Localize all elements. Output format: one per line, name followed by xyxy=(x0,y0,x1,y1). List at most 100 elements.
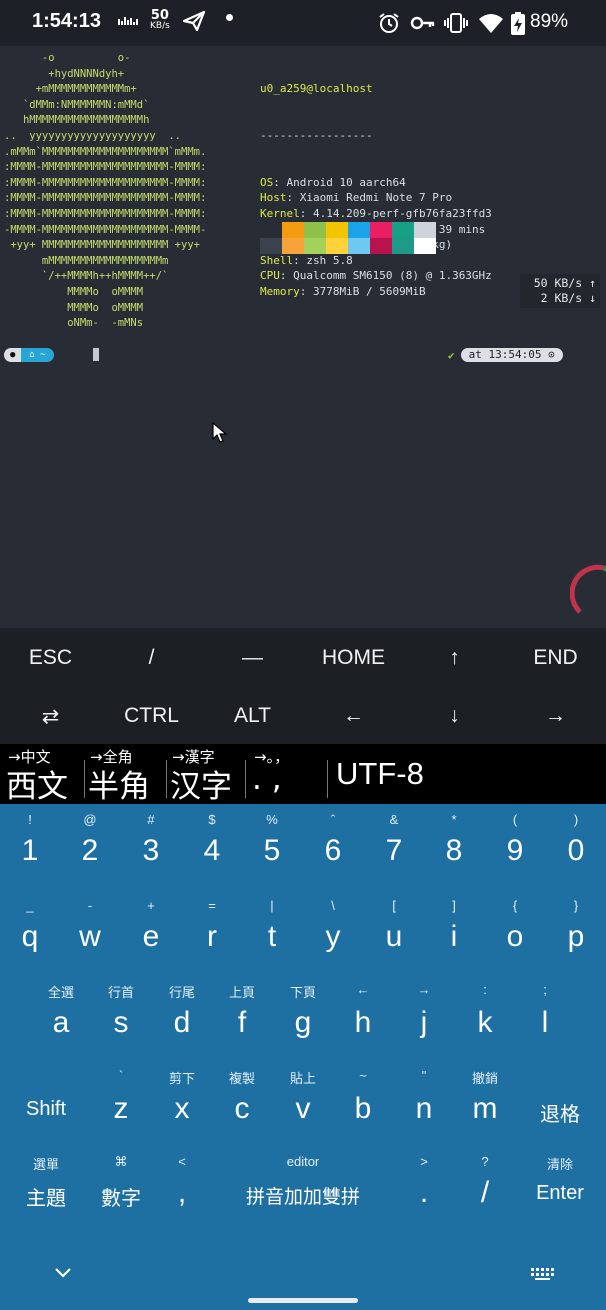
letter-key-3[interactable]: = r xyxy=(182,896,242,976)
letter-key-7[interactable]: :k xyxy=(455,980,515,1060)
letter-key-0[interactable]: _ q xyxy=(0,896,60,976)
letter-key-1[interactable]: ` z xyxy=(91,1066,151,1146)
key-label: z xyxy=(113,1092,129,1125)
status-bar: 1:54:13 50 KB/s 89% xyxy=(0,0,606,46)
function-key-3[interactable]: editor 拼音加加雙拼 xyxy=(203,1152,403,1232)
key-secondary-label: % xyxy=(266,812,278,827)
color-swatch xyxy=(282,238,304,254)
function-key-4[interactable]: >. xyxy=(394,1152,454,1232)
key-secondary-label: : xyxy=(483,982,487,997)
letter-key-3[interactable]: 複製 c xyxy=(212,1066,272,1146)
up-arrow-key[interactable]: ↑ xyxy=(404,646,505,670)
terminal-view[interactable]: -o o- +hydNNNNdyh+ +mMMMMMMMMMMMMm+ `dMM… xyxy=(0,46,606,628)
key-label: 1 xyxy=(21,834,39,867)
ctrl-key[interactable]: CTRL xyxy=(101,704,202,728)
letter-key-2[interactable]: + e xyxy=(121,896,181,976)
system-info: u0_a259@localhost ----------------- OS: … xyxy=(260,50,492,331)
info-value: Android 10 aarch64 xyxy=(286,175,406,189)
key-label: Shift xyxy=(25,1098,67,1120)
key-secondary-label: \ xyxy=(331,898,335,913)
letter-key-4[interactable]: | t xyxy=(242,896,302,976)
letter-key-2[interactable]: 剪下 x xyxy=(152,1066,212,1146)
encoding-label[interactable]: UTF-8 xyxy=(336,756,424,792)
ascii-logo-line: +mMMMMMMMMMMMMm+ xyxy=(4,83,137,96)
letter-key-7[interactable]: 撤銷 m xyxy=(455,1066,515,1146)
key-label: g xyxy=(294,1006,312,1039)
letter-key-4[interactable]: 貼上 v xyxy=(273,1066,333,1146)
number-key-9[interactable]: ) 0 xyxy=(546,810,606,890)
key-label: i xyxy=(450,920,458,953)
color-palette-top xyxy=(260,222,436,238)
letter-key-5[interactable]: \ y xyxy=(303,896,363,976)
key-secondary-label: @ xyxy=(83,812,97,827)
number-key-0[interactable]: ! 1 xyxy=(0,810,60,890)
letter-key-6[interactable]: " n xyxy=(394,1066,454,1146)
right-arrow-key[interactable]: → xyxy=(505,704,606,728)
candidate-western[interactable]: →中文 西文 xyxy=(4,744,84,805)
letter-key-7[interactable]: ] i xyxy=(424,896,484,976)
candidate-punctuation[interactable]: →。， . , xyxy=(250,744,325,804)
letter-key-4[interactable]: 下頁 g xyxy=(273,980,333,1060)
key-secondary-label: 下頁 xyxy=(289,985,316,1000)
key-label: h xyxy=(354,1006,372,1039)
end-key[interactable]: END xyxy=(505,646,606,670)
info-key: Memory xyxy=(260,284,300,298)
key-secondary-label: 貼上 xyxy=(289,1071,316,1086)
ascii-logo-line: -MMMM-MMMMMMMMMMMMMMMMMMMM-MMMM- xyxy=(4,223,207,236)
number-key-6[interactable]: & 7 xyxy=(364,810,424,890)
keyboard-icon[interactable] xyxy=(530,1266,556,1285)
letter-key-3[interactable]: 上頁 f xyxy=(212,980,272,1060)
home-gesture-bar[interactable] xyxy=(248,1298,358,1303)
candidate-halfwidth[interactable]: →全角 半角 xyxy=(86,744,166,805)
number-key-5[interactable]: ˆ6 xyxy=(303,810,363,890)
candidate-divider xyxy=(327,760,328,798)
slash-key[interactable]: / xyxy=(101,646,202,670)
chevron-down-icon[interactable] xyxy=(54,1264,72,1283)
key-secondary-label: _ xyxy=(26,898,34,913)
letter-key-0[interactable]: Shift xyxy=(4,1066,88,1146)
down-arrow-key[interactable]: ↓ xyxy=(404,704,505,728)
key-secondary-label: ! xyxy=(28,812,32,827)
info-line: OS: Android 10 aarch64 xyxy=(260,175,492,191)
function-key-6[interactable]: 清除 Enter xyxy=(518,1152,602,1232)
prompt-dir: ⌂ ~ xyxy=(21,348,54,362)
letter-key-8[interactable]: 退格 xyxy=(518,1066,602,1146)
wifi-icon xyxy=(478,12,504,38)
tab-key[interactable]: ⇄ xyxy=(0,704,101,729)
number-key-7[interactable]: * 8 xyxy=(424,810,484,890)
key-secondary-label: 剪下 xyxy=(168,1071,195,1086)
home-key[interactable]: HOME xyxy=(303,646,404,670)
function-key-5[interactable]: ? / xyxy=(455,1152,515,1232)
key-label: f xyxy=(237,1006,247,1039)
letter-key-0[interactable]: 全選 a xyxy=(31,980,91,1060)
letter-key-5[interactable]: ← h xyxy=(333,980,393,1060)
key-label: d xyxy=(173,1006,191,1039)
letter-key-8[interactable]: {o xyxy=(485,896,545,976)
letter-key-6[interactable]: → j xyxy=(394,980,454,1060)
key-label: 6 xyxy=(324,834,342,867)
left-arrow-key[interactable]: ← xyxy=(303,704,404,728)
function-key-0[interactable]: 選單 主題 xyxy=(4,1152,88,1232)
alt-key[interactable]: ALT xyxy=(202,704,303,728)
number-key-1[interactable]: @2 xyxy=(60,810,120,890)
letter-key-1[interactable]: 行首 s xyxy=(91,980,151,1060)
number-key-8[interactable]: (9 xyxy=(485,810,545,890)
letter-key-5[interactable]: ~ b xyxy=(333,1066,393,1146)
function-key-1[interactable]: ⌘ 數字 xyxy=(79,1152,163,1232)
candidate-simplified[interactable]: →漢字 汉字 xyxy=(168,744,248,805)
letter-key-1[interactable]: -w xyxy=(60,896,120,976)
key-secondary-label: ← xyxy=(356,982,370,997)
info-key: Kernel xyxy=(260,206,300,220)
number-key-3[interactable]: $4 xyxy=(182,810,242,890)
color-swatch xyxy=(260,222,282,238)
letter-key-6[interactable]: [u xyxy=(364,896,424,976)
letter-key-2[interactable]: 行尾 d xyxy=(152,980,212,1060)
number-key-2[interactable]: #3 xyxy=(121,810,181,890)
dash-key[interactable]: — xyxy=(202,646,303,670)
number-key-4[interactable]: % 5 xyxy=(242,810,302,890)
letter-key-9[interactable]: } p xyxy=(546,896,606,976)
letter-key-8[interactable]: ; l xyxy=(515,980,575,1060)
key-label: . xyxy=(419,1176,429,1209)
key-label: j xyxy=(420,1006,428,1039)
esc-key[interactable]: ESC xyxy=(0,646,101,670)
